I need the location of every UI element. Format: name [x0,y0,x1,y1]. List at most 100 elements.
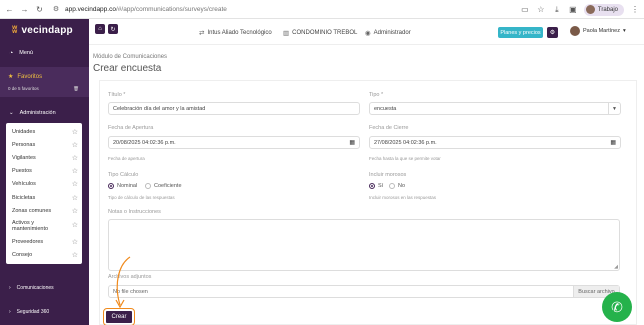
sidebar-item-bicycles[interactable]: Bicicletas ☆ [6,191,82,204]
radio-debtors-yes[interactable]: Sí [369,183,383,189]
radio-unchecked-icon [389,183,395,189]
favorites-header[interactable]: ★ Favoritos [0,71,89,82]
back-icon[interactable]: ← [4,4,15,15]
notes-label: Notas o Instrucciones [108,209,161,215]
list-item-label: Bicicletas [12,194,36,201]
page-title: Crear encuesta [93,63,162,74]
trash-icon[interactable]: 🗑 [73,86,79,92]
ally-info: ⇄ Intus Aliado Tecnológico [199,29,272,37]
cast-icon[interactable]: ▭ [520,5,530,15]
resize-handle-icon[interactable]: ◢ [614,264,618,270]
radio-nominal[interactable]: Nominal [108,183,137,189]
profile-button[interactable]: Trabajo [583,3,624,16]
star-outline-icon[interactable]: ☆ [72,128,78,136]
star-outline-icon[interactable]: ☆ [72,141,78,149]
radio-no-label: No [398,183,406,189]
star-outline-icon[interactable]: ☆ [72,222,78,229]
calc-type-help: Tipo de cálculo de las respuestas [108,195,175,200]
title-label: Título * [108,92,126,98]
sidebar-item-communications[interactable]: › Comunicaciones [0,281,89,295]
home-icon[interactable]: ⌂ [95,24,105,34]
title-input[interactable]: Celebración día del amor y la amistad [108,102,360,115]
sidebar-item-providers[interactable]: Proveedores ☆ [6,235,82,248]
sidebar-item-posts[interactable]: Puestos ☆ [6,165,82,178]
breadcrumb: Módulo de Comunicaciones [93,54,168,60]
reload-icon[interactable]: ↻ [34,4,45,15]
bookmark-star-icon[interactable]: ☆ [536,5,546,15]
whatsapp-phone-icon[interactable]: ✆ [602,292,632,322]
star-outline-icon[interactable]: ☆ [72,154,78,162]
star-outline-icon[interactable]: ☆ [72,207,78,215]
star-outline-icon[interactable]: ☆ [72,167,78,175]
open-date-value: 20/08/2025 04:02:36 p.m. [113,139,176,146]
calendar-icon[interactable]: ▦ [349,139,355,146]
open-date-help: Fecha de apertura [108,156,145,161]
debtors-help: Incluir morosos en las respuestas [369,195,437,200]
user-menu[interactable]: Paola Martínez ▾ [570,26,626,36]
title-input-value: Celebración día del amor y la amistad [113,105,206,112]
url-path: /#/app/communications/surveys/create [115,5,227,13]
sidebar-item-units[interactable]: Unidades ☆ [6,125,82,138]
sidebar-item-security[interactable]: › Seguridad 360 [0,305,89,319]
star-outline-icon[interactable]: ☆ [72,251,78,259]
sidebar-item-menu[interactable]: ◔ Menú [0,45,89,61]
sidebar-item-vehicles[interactable]: Vehículos ☆ [6,178,82,191]
sidebar-item-administration[interactable]: ⌄ Administración [0,105,89,121]
handshake-icon: ⇄ [199,30,205,37]
file-input[interactable]: No file chosen Buscar archivo [108,285,620,298]
building-icon: ▥ [283,30,290,37]
list-item-label: Personas [12,141,36,148]
extensions-icon[interactable]: ▣ [568,5,578,15]
star-outline-icon[interactable]: ☆ [72,238,78,246]
close-date-value: 27/08/2025 04:02:36 p.m. [374,139,437,146]
chevron-right-icon: › [9,309,11,315]
chevron-down-icon: ▼ [608,103,620,114]
radio-debtors-no[interactable]: No [389,183,405,189]
address-bar[interactable]: app.vecindapp.co/#/app/communications/su… [65,6,227,13]
create-button[interactable]: Crear [103,308,135,325]
caret-down-icon: ▾ [623,28,626,34]
radio-coefficient[interactable]: Coeficiente [145,183,182,189]
forward-icon[interactable]: → [19,4,30,15]
role-name: Administrador [373,30,411,36]
radio-checked-icon [369,183,375,189]
app-logo[interactable]: ʬ vecindapp [0,19,89,41]
list-item-label: Puestos [12,168,32,175]
download-icon[interactable]: ⤓ [552,5,562,15]
type-select[interactable]: encuesta ▼ [369,102,621,115]
plans-button[interactable]: Planes y precios [498,27,543,38]
list-item-label: Vehículos [12,181,36,188]
close-date-label: Fecha de Cierre [369,125,409,131]
url-host: app.vecindapp.co [65,5,116,13]
list-item-label: Activos y mantenimiento [12,220,49,233]
sidebar-item-people[interactable]: Personas ☆ [6,138,82,151]
sidebar-item-assets[interactable]: Activos y mantenimiento ☆ [6,217,82,235]
logo-mark-icon: ʬ [12,24,18,36]
star-outline-icon[interactable]: ☆ [72,194,78,202]
settings-gear-icon[interactable]: ⚙ [547,27,558,38]
more-menu-icon[interactable]: ⋮ [630,5,640,15]
sidebar-item-council[interactable]: Consejo ☆ [6,249,82,262]
refresh-icon[interactable]: ↻ [108,24,118,34]
communications-label: Comunicaciones [16,285,54,291]
list-item-label: Proveedores [12,238,44,245]
sidebar-item-common-areas[interactable]: Zonas comunes ☆ [6,204,82,217]
site-info-icon[interactable]: ⚙ [51,4,61,14]
admin-submenu: Unidades ☆ Personas ☆ Vigilantes ☆ Puestos ☆… [6,123,82,264]
menu-label: Menú [19,50,33,56]
radio-unchecked-icon [145,183,151,189]
star-outline-icon[interactable]: ☆ [72,180,78,188]
close-date-input[interactable]: 27/08/2025 04:02:36 p.m. ▦ [369,136,621,149]
list-item-label: Zonas comunes [12,207,52,214]
condo-info[interactable]: ▥ CONDOMINIO TREBOL [283,29,357,37]
profile-avatar [585,5,595,14]
sidebar-item-guards[interactable]: Vigilantes ☆ [6,151,82,164]
logo-text: vecindapp [21,24,73,36]
notes-textarea[interactable]: ◢ [108,219,620,271]
role-info: ◉ Administrador [365,29,411,37]
close-date-help: Fecha hasta la que se permite votar [369,156,441,161]
open-date-input[interactable]: 20/08/2025 04:02:36 p.m. ▦ [108,136,360,149]
calendar-icon[interactable]: ▦ [610,139,616,146]
chevron-down-icon: ⌄ [9,110,14,116]
debtors-label: Incluir morosos [369,172,407,178]
